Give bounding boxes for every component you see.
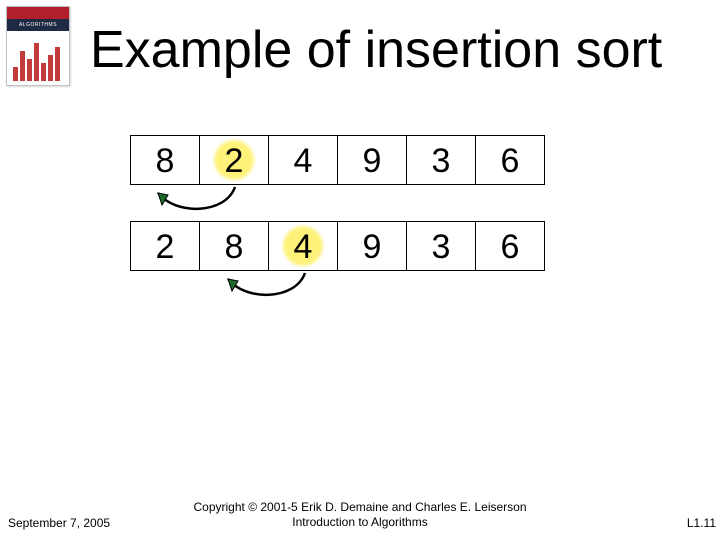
array-cell: 8 — [199, 221, 269, 271]
footer-page-number: L1.11 — [687, 516, 716, 530]
array-cell: 9 — [337, 221, 407, 271]
array-cell: 9 — [337, 135, 407, 185]
array-cell: 6 — [475, 221, 545, 271]
array-cell: 8 — [130, 135, 200, 185]
page-title: Example of insertion sort — [90, 20, 662, 80]
swap-arrow-icon — [130, 183, 270, 223]
array-cell: 4 — [268, 135, 338, 185]
book-cover-label: ALGORITHMS — [7, 19, 69, 31]
footer-date: September 7, 2005 — [8, 516, 110, 530]
array-cell: 6 — [475, 135, 545, 185]
swap-arrow-icon — [200, 269, 340, 309]
array-cell: 3 — [406, 135, 476, 185]
array-cell: 2 — [130, 221, 200, 271]
footer-copyright: Copyright © 2001-5 Erik D. Demaine and C… — [194, 500, 527, 530]
array-cell: 2 — [199, 135, 269, 185]
array-row: 2 8 4 9 3 6 — [130, 221, 590, 271]
array-diagram: 8 2 4 9 3 6 2 8 4 9 3 6 — [130, 135, 590, 307]
array-cell: 4 — [268, 221, 338, 271]
book-cover-icon: ALGORITHMS — [6, 6, 70, 86]
array-cell: 3 — [406, 221, 476, 271]
array-row: 8 2 4 9 3 6 — [130, 135, 590, 185]
